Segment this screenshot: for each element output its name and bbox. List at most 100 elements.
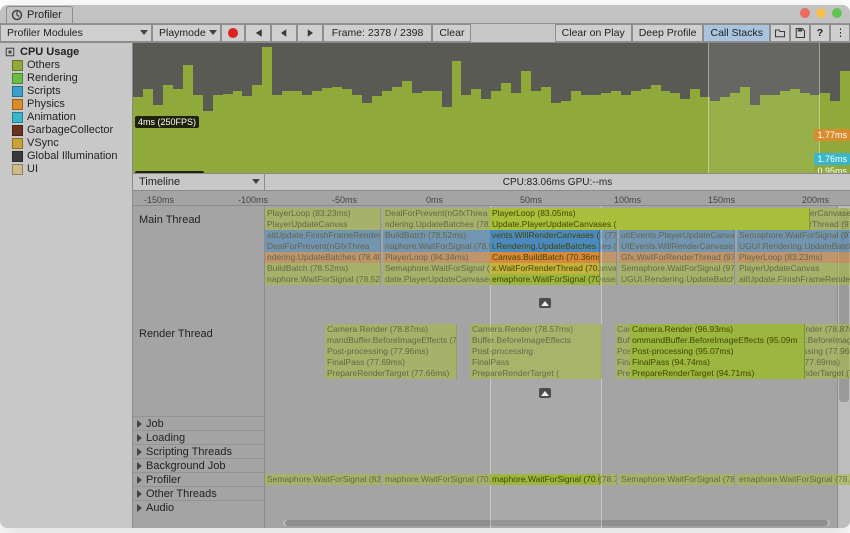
minimize-dot[interactable] <box>816 8 826 18</box>
timeline-event[interactable]: date.PlayerUpdateCanvases (8 <box>383 274 499 285</box>
profiler-modules-dropdown[interactable]: Profiler Modules <box>0 24 152 42</box>
window-tab-profiler[interactable]: Profiler <box>6 6 73 23</box>
timeline-event[interactable]: PlayerLoop (83.23ms) <box>737 252 850 263</box>
timeline-event[interactable]: Post-processing <box>470 346 602 357</box>
profiler-icon <box>11 9 23 21</box>
timeline-event[interactable]: UIEvents.WillRenderCanvases (97.73ms) <box>619 241 735 252</box>
timeline-event[interactable]: Camera.Render (96.93ms) <box>630 324 805 335</box>
timeline-event[interactable]: FinalPass (77.69ms) <box>325 357 457 368</box>
module-title-cpu-usage[interactable]: CPU Usage <box>0 43 132 59</box>
timeline-event[interactable]: PrepareRenderTarget (77.66ms) <box>325 368 457 379</box>
thread-group-label: Profiler <box>146 474 181 486</box>
timeline-event[interactable]: Camera.Render (78.87ms) <box>325 324 457 335</box>
timeline-event[interactable]: Canvas.BuildBatch (70.36ms) <box>490 252 600 263</box>
clear-button[interactable]: Clear <box>432 24 471 42</box>
timeline-event[interactable]: FinalPass <box>470 357 602 368</box>
timeline-event[interactable]: PlayerUpdateCanvas <box>265 219 381 230</box>
timeline-event[interactable]: naphore.WaitForSignal (78.52ms) <box>383 241 499 252</box>
legend-item[interactable]: VSync <box>4 137 132 150</box>
help-button[interactable]: ? <box>810 24 830 42</box>
open-file-button[interactable] <box>770 24 790 42</box>
legend-item[interactable]: Scripts <box>4 85 132 98</box>
timeline-event[interactable]: Update.PlayerUpdateCanvases ( <box>490 219 810 230</box>
timeline-event[interactable]: naphore.WaitForSignal (78.52ms) <box>265 274 381 285</box>
timeline-event[interactable]: UGUI.Rendering.UpdateBatches (97 <box>619 274 735 285</box>
clear-on-play-button[interactable]: Clear on Play <box>555 24 632 42</box>
legend-item[interactable]: Rendering <box>4 72 132 85</box>
timeline-event[interactable]: Post-processing (77.96ms) <box>325 346 457 357</box>
timeline-event[interactable]: ndering.UpdateBatches (78.40 <box>265 252 381 263</box>
deep-profile-button[interactable]: Deep Profile <box>632 24 704 42</box>
legend-item[interactable]: Animation <box>4 111 132 124</box>
timeline-event[interactable]: emaphore.WaitForSignal (70.35m <box>490 274 600 285</box>
timeline-event[interactable]: i.Rendering.UpdateBatches (70.3 <box>490 241 600 252</box>
thread-group[interactable]: Audio <box>133 500 264 515</box>
record-button[interactable] <box>221 24 245 42</box>
thread-group[interactable]: Scripting Threads <box>133 444 264 459</box>
timeline-event[interactable]: PlayerLoop (94.34ms) <box>383 252 499 263</box>
timeline-event[interactable]: aitUpdate.FinishFrameRendering <box>265 230 381 241</box>
timeline-event[interactable]: mandBuffer.BeforeImageEffects (77.99ms) <box>325 335 457 346</box>
timeline-event[interactable]: Post-processing (95.07ms) <box>630 346 805 357</box>
timeline-event[interactable]: Camera.Render (78.57ms) <box>470 324 602 335</box>
timeline-event[interactable]: x.WaitForRenderThread (70.35m <box>490 263 600 274</box>
timeline-event[interactable]: Semaphore.WaitForSignal (97.73ms) <box>737 230 850 241</box>
legend-item[interactable]: UI <box>4 163 132 176</box>
timeline-event[interactable]: Semaphore.WaitForSignal (97.73ms) <box>619 263 735 274</box>
expand-icon[interactable] <box>539 388 551 398</box>
chart-marker: 1ms (1000FPS) <box>135 171 204 173</box>
timeline-event[interactable]: ommandBuffer.BeforeImageEffects (95.09m <box>630 335 805 346</box>
timeline-event[interactable]: PlayerLoop (83.23ms) <box>265 208 381 219</box>
legend-item[interactable]: GarbageCollector <box>4 124 132 137</box>
timeline-event[interactable]: emaphore.WaitForSignal (78.52ms) <box>737 474 850 485</box>
deep-profile-label: Deep Profile <box>639 27 697 39</box>
timeline-event[interactable]: PlayerUpdateCanvas <box>737 263 850 274</box>
timeline-event[interactable]: maphore.WaitForSignal (70.01m <box>383 474 499 485</box>
cpu-usage-chart[interactable]: 4ms (250FPS)1ms (1000FPS)1.77ms1.76ms0.9… <box>133 43 850 173</box>
timeline-panel[interactable]: Main Thread Render ThreadJobLoadingScrip… <box>133 206 850 528</box>
timeline-event[interactable]: ndering.UpdateBatches (78.40 <box>383 219 499 230</box>
call-stacks-button[interactable]: Call Stacks <box>703 24 770 42</box>
ruler-tick: 0ms <box>426 195 443 205</box>
timeline-event[interactable]: aitUpdate.FinishFrameRendering <box>737 274 850 285</box>
frame-next-button[interactable] <box>297 24 323 42</box>
frame-prev-button[interactable] <box>271 24 297 42</box>
timeline-event[interactable]: Semaphore.WaitForSignal (78.79ms) <box>619 474 735 485</box>
timeline-event[interactable]: Semaphore.WaitForSignal (83.06ms) <box>265 474 381 485</box>
legend-swatch <box>12 138 23 149</box>
context-menu-button[interactable]: ⋮ <box>830 24 850 42</box>
ruler-tick: 50ms <box>520 195 542 205</box>
timeline-event[interactable]: PrepareRenderTarget ( <box>470 368 602 379</box>
legend-item[interactable]: Physics <box>4 98 132 111</box>
timeline-event[interactable]: PrepareRenderTarget (94.71ms) <box>630 368 805 379</box>
save-button[interactable] <box>790 24 810 42</box>
legend-item[interactable]: Global Illumination <box>4 150 132 163</box>
thread-group[interactable]: Profiler <box>133 472 264 487</box>
expand-icon[interactable] <box>539 298 551 308</box>
timeline-event[interactable]: BuildBatch (78.52ms) <box>265 263 381 274</box>
thread-group[interactable]: Loading <box>133 430 264 445</box>
timeline-event[interactable]: DealForPrevent(nGfxThrea <box>265 241 381 252</box>
thread-group[interactable]: Job <box>133 416 264 431</box>
timeline-event[interactable]: vents.WillRenderCanvases (70.3 <box>490 230 600 241</box>
timeline-event[interactable]: uttEvents.PlayerUpdateCanvas <box>619 230 735 241</box>
zoom-dot[interactable] <box>832 8 842 18</box>
timeline-event[interactable]: DealForPrevent(nGfxThrea <box>383 208 499 219</box>
timeline-event[interactable]: BuildBatch (78.52ms) <box>383 230 499 241</box>
timeline-event[interactable]: Buffer.BeforeImageEffects <box>470 335 602 346</box>
close-dot[interactable] <box>800 8 810 18</box>
timeline-event[interactable]: maphore.WaitForSignal (70.01m <box>490 474 600 485</box>
timeline-view-dropdown[interactable]: Timeline <box>133 174 265 190</box>
timeline-event[interactable]: Gfx.WaitForRenderThread (97.73ms) <box>619 252 735 263</box>
timeline-event[interactable]: Semaphore.WaitForSignal (77.94ms) <box>383 263 499 274</box>
frame-first-button[interactable] <box>245 24 271 42</box>
timeline-ruler[interactable]: -200ms-150ms-100ms-50ms0ms50ms100ms150ms… <box>133 191 850 206</box>
playmode-dropdown[interactable]: Playmode <box>152 24 221 42</box>
timeline-event[interactable]: UGUI.Rendering.UpdateBatches (97 <box>737 241 850 252</box>
thread-group[interactable]: Other Threads <box>133 486 264 501</box>
thread-group[interactable]: Background Job <box>133 458 264 473</box>
legend-label: Scripts <box>27 85 61 97</box>
timeline-event[interactable]: FinalPass (94.74ms) <box>630 357 805 368</box>
timeline-event[interactable]: PlayerLoop (83.05ms) <box>490 208 810 219</box>
legend-item[interactable]: Others <box>4 59 132 72</box>
